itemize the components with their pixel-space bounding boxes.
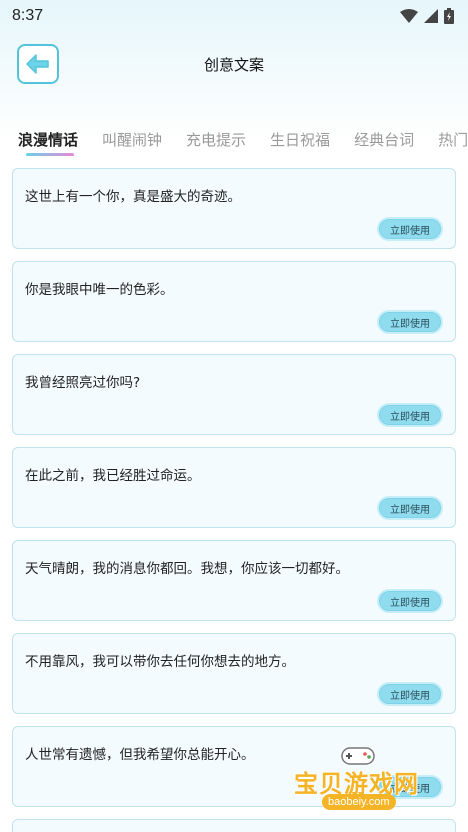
copy-text: 你是我眼中唯一的色彩。 <box>25 282 174 298</box>
tab-wake-alarm[interactable]: 叫醒闹钟 <box>102 124 162 150</box>
tab-label: 经典台词 <box>354 131 415 149</box>
tab-label: 生日祝福 <box>270 131 331 149</box>
gamepad-icon <box>341 747 375 765</box>
tab-active-indicator <box>26 153 75 156</box>
tab-charging[interactable]: 充电提示 <box>186 124 246 150</box>
header: 创意文案 <box>0 40 468 90</box>
copy-text: 不用靠风，我可以带你去任何你想去的地方。 <box>25 654 295 670</box>
tab-label: 叫醒闹钟 <box>102 131 163 149</box>
copy-text: 人世常有遗憾，但我希望你总能开心。 <box>25 747 255 763</box>
copy-text: 这世上有一个你，真是盛大的奇迹。 <box>25 189 241 205</box>
list-item: 你是我眼中唯一的色彩。 立即使用 <box>12 261 456 342</box>
use-now-button[interactable]: 立即使用 <box>377 403 443 427</box>
use-now-button[interactable]: 立即使用 <box>377 310 443 334</box>
signal-icon <box>424 9 438 23</box>
category-tabs: 浪漫情话 叫醒闹钟 充电提示 生日祝福 经典台词 热门 <box>0 124 468 156</box>
tab-romantic[interactable]: 浪漫情话 <box>18 124 79 156</box>
tab-birthday[interactable]: 生日祝福 <box>270 124 330 150</box>
status-bar: 8:37 <box>0 0 468 32</box>
list-item: 这世上有一个你，真是盛大的奇迹。 立即使用 <box>12 168 456 249</box>
tab-label: 充电提示 <box>186 131 247 149</box>
list-item <box>12 819 456 832</box>
copy-text: 我曾经照亮过你吗? <box>25 375 141 391</box>
copy-text: 天气晴朗，我的消息你都回。我想，你应该一切都好。 <box>25 561 349 577</box>
list-item: 我曾经照亮过你吗? 立即使用 <box>12 354 456 435</box>
status-time: 8:37 <box>12 7 44 24</box>
status-icons <box>400 8 454 24</box>
tab-label: 浪漫情话 <box>18 131 79 149</box>
wifi-icon <box>400 9 418 23</box>
list-item: 在此之前，我已经胜过命运。 立即使用 <box>12 447 456 528</box>
tab-classic-lines[interactable]: 经典台词 <box>354 124 414 150</box>
list-item: 天气晴朗，我的消息你都回。我想，你应该一切都好。 立即使用 <box>12 540 456 621</box>
use-now-button[interactable]: 立即使用 <box>377 682 443 706</box>
tab-popular[interactable]: 热门 <box>438 124 468 150</box>
use-now-button[interactable]: 立即使用 <box>377 496 443 520</box>
page-title: 创意文案 <box>203 56 264 74</box>
use-now-button[interactable]: 立即使用 <box>377 589 443 613</box>
watermark-url: baobeiy.com <box>322 794 396 810</box>
copy-text: 在此之前，我已经胜过命运。 <box>25 468 201 484</box>
watermark: 宝贝游戏网 baobeiy.com <box>288 742 438 812</box>
tab-label: 热门 <box>438 131 468 149</box>
list-item: 不用靠风，我可以带你去任何你想去的地方。 立即使用 <box>12 633 456 714</box>
battery-icon <box>444 8 454 24</box>
use-now-button[interactable]: 立即使用 <box>377 217 443 241</box>
